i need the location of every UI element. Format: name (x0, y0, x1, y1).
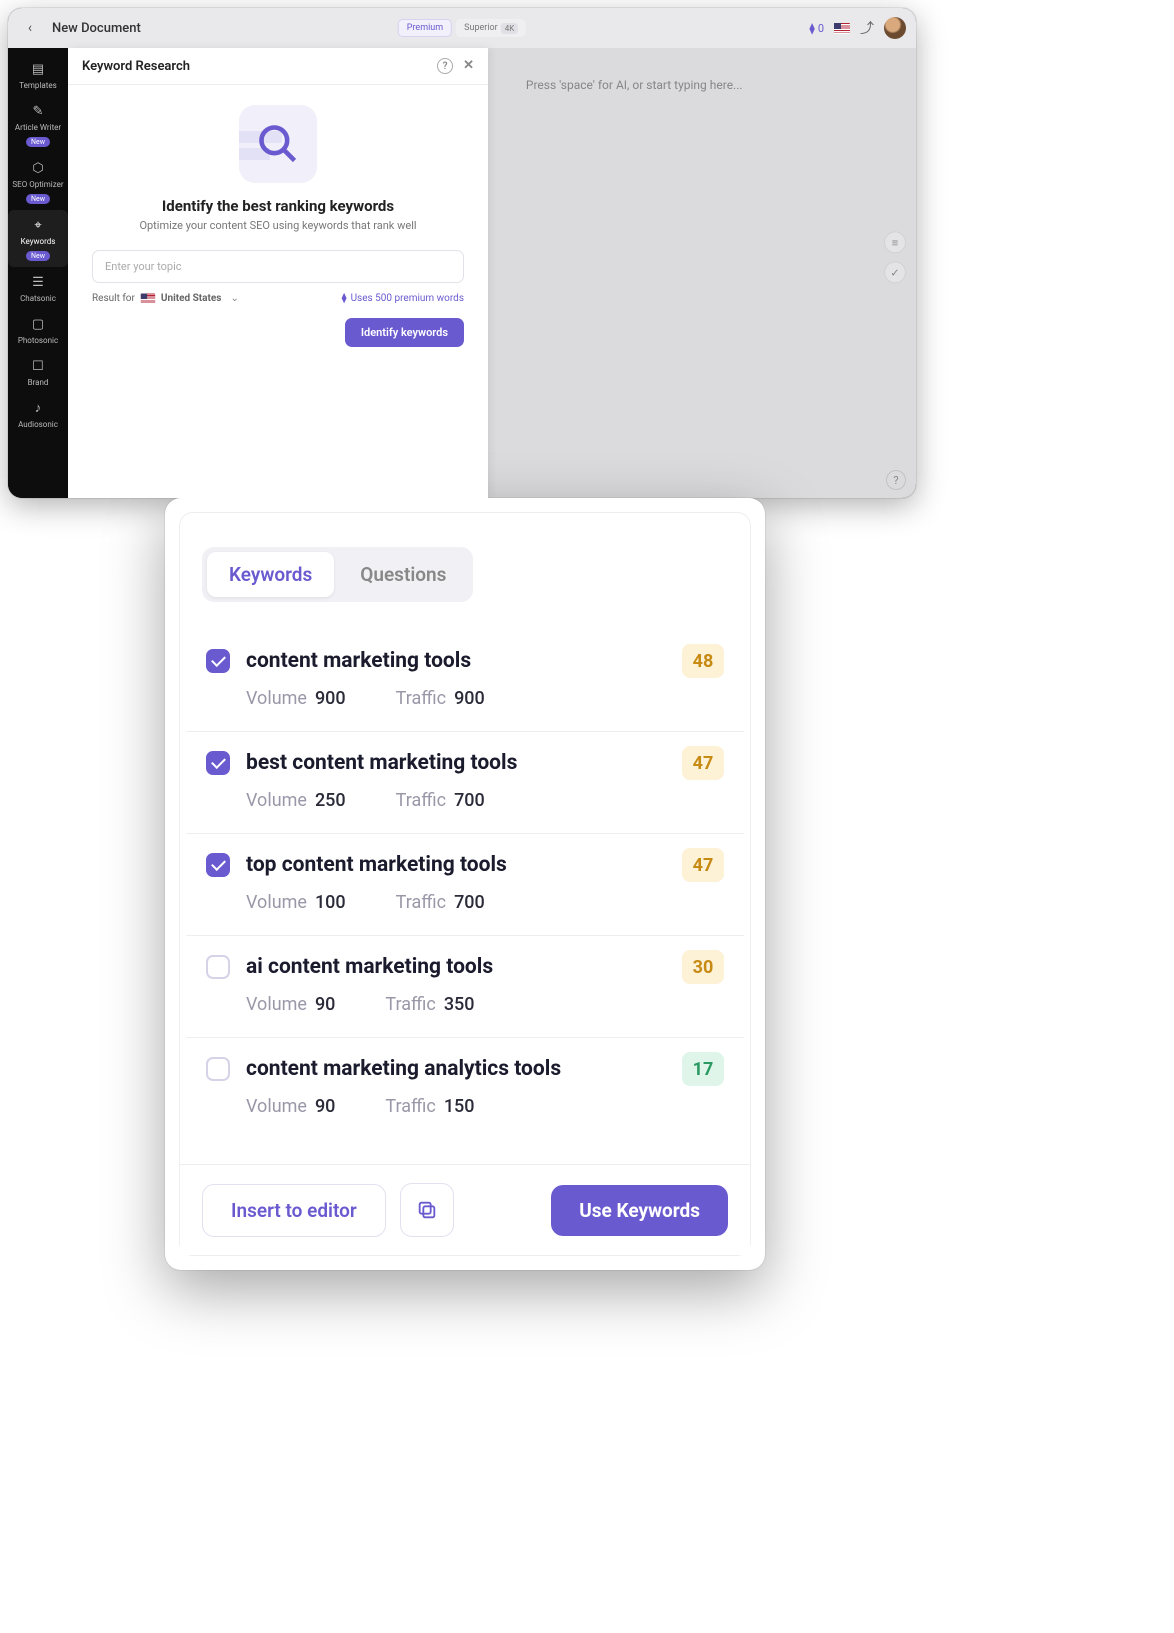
keywords-icon: ⌖ (29, 216, 47, 234)
keyword-name: best content marketing tools (246, 751, 666, 775)
keyword-checkbox[interactable] (206, 853, 230, 877)
keyword-name: content marketing analytics tools (246, 1057, 666, 1081)
close-icon[interactable]: ✕ (463, 58, 474, 74)
topic-input[interactable] (92, 250, 464, 283)
results-tabs: Keywords Questions (202, 547, 473, 602)
sidebar-item-audiosonic[interactable]: ♪ Audiosonic (8, 393, 68, 435)
sidebar-item-seo-optimizer[interactable]: ⬡ SEO Optimizer New (8, 153, 68, 210)
app-topbar: ‹ New Document Premium Superior 4K ⧫ 0 ⤴ (8, 8, 916, 48)
keyword-name: content marketing tools (246, 649, 666, 673)
keyword-checkbox[interactable] (206, 751, 230, 775)
insert-to-editor-button[interactable]: Insert to editor (202, 1184, 386, 1237)
sidebar-item-article-writer[interactable]: ✎ Article Writer New (8, 96, 68, 153)
keyword-row: content marketing analytics tools 17 Volum… (186, 1038, 744, 1139)
keyword-row: top content marketing tools 47 Volume100 Tr… (186, 834, 744, 936)
panel-subtitle: Optimize your content SEO using keywords… (139, 219, 416, 232)
credit-note: ⧫ Uses 500 premium words (342, 293, 464, 304)
copy-button[interactable] (400, 1183, 454, 1237)
chevron-down-icon: ⌄ (230, 293, 238, 304)
keyword-row: best content marketing tools 47 Volume250 T… (186, 732, 744, 834)
keyword-name: ai content marketing tools (246, 955, 666, 979)
search-illustration-icon (239, 105, 317, 183)
share-icon[interactable]: ⤴ (860, 18, 874, 38)
sidebar-item-keywords[interactable]: ⌖ Keywords New (8, 210, 68, 267)
keyword-volume: Volume250 (246, 790, 346, 811)
credits-counter[interactable]: ⧫ 0 (809, 22, 824, 35)
template-icon: ▤ (29, 60, 47, 78)
sidebar-item-photosonic[interactable]: ▢ Photosonic (8, 309, 68, 351)
bolt-icon: ⧫ (809, 22, 814, 35)
panel-heading: Keyword Research (82, 59, 190, 74)
us-flag-icon (141, 294, 155, 304)
panel-title: Identify the best ranking keywords (162, 197, 394, 215)
keyword-score: 48 (682, 644, 724, 678)
audio-icon: ♪ (29, 399, 47, 417)
country-selector[interactable]: Result for United States ⌄ (92, 293, 239, 304)
keyword-row: ai content marketing tools 30 Volume90 Traf… (186, 936, 744, 1038)
document-title: New Document (52, 21, 141, 36)
locale-flag-icon[interactable] (834, 23, 850, 34)
keyword-volume: Volume90 (246, 994, 335, 1015)
premium-pill[interactable]: Premium (398, 19, 452, 37)
help-circle-icon[interactable]: ? (437, 58, 453, 74)
chat-icon: ☰ (29, 273, 47, 291)
keyword-score: 17 (682, 1052, 724, 1086)
copy-icon (416, 1199, 438, 1221)
article-icon: ✎ (29, 102, 47, 120)
keyword-results-card: Keywords Questions content marketing too… (165, 498, 765, 1270)
sidebar-item-templates[interactable]: ▤ Templates (8, 54, 68, 96)
sidebar-item-brand[interactable]: ☐ Brand (8, 351, 68, 393)
keyword-score: 47 (682, 746, 724, 780)
identify-keywords-button[interactable]: Identify keywords (345, 318, 464, 347)
superior-pill[interactable]: Superior 4K (456, 19, 526, 37)
keyword-checkbox[interactable] (206, 1057, 230, 1081)
user-avatar[interactable] (884, 17, 906, 39)
app-window: ‹ New Document Premium Superior 4K ⧫ 0 ⤴ (8, 8, 916, 498)
keyword-volume: Volume100 (246, 892, 346, 913)
keyword-traffic: Traffic150 (385, 1096, 474, 1117)
keyword-volume: Volume900 (246, 688, 346, 709)
bolt-icon: ⧫ (342, 293, 347, 304)
photo-icon: ▢ (29, 315, 47, 333)
tab-questions[interactable]: Questions (338, 552, 468, 597)
seo-icon: ⬡ (29, 159, 47, 177)
keyword-score: 30 (682, 950, 724, 984)
keyword-traffic: Traffic350 (385, 994, 474, 1015)
keyword-checkbox[interactable] (206, 649, 230, 673)
sidebar-item-chatsonic[interactable]: ☰ Chatsonic (8, 267, 68, 309)
keyword-list: content marketing tools 48 Volume900 Traffi… (180, 602, 750, 1164)
keyword-traffic: Traffic700 (396, 892, 485, 913)
tab-keywords[interactable]: Keywords (207, 552, 334, 597)
results-footer: Insert to editor Use Keywords (180, 1164, 750, 1255)
back-button[interactable]: ‹ (18, 16, 42, 40)
keyword-name: top content marketing tools (246, 853, 666, 877)
app-sidebar: ▤ Templates ✎ Article Writer New ⬡ SEO O… (8, 48, 68, 498)
keyword-traffic: Traffic700 (396, 790, 485, 811)
use-keywords-button[interactable]: Use Keywords (551, 1185, 728, 1236)
keyword-volume: Volume90 (246, 1096, 335, 1117)
keyword-research-panel: Keyword Research ? ✕ Identify the best r… (68, 48, 488, 498)
keyword-traffic: Traffic900 (396, 688, 485, 709)
keyword-score: 47 (682, 848, 724, 882)
keyword-row: content marketing tools 48 Volume900 Traffi… (186, 630, 744, 732)
keyword-checkbox[interactable] (206, 955, 230, 979)
brand-icon: ☐ (29, 357, 47, 375)
